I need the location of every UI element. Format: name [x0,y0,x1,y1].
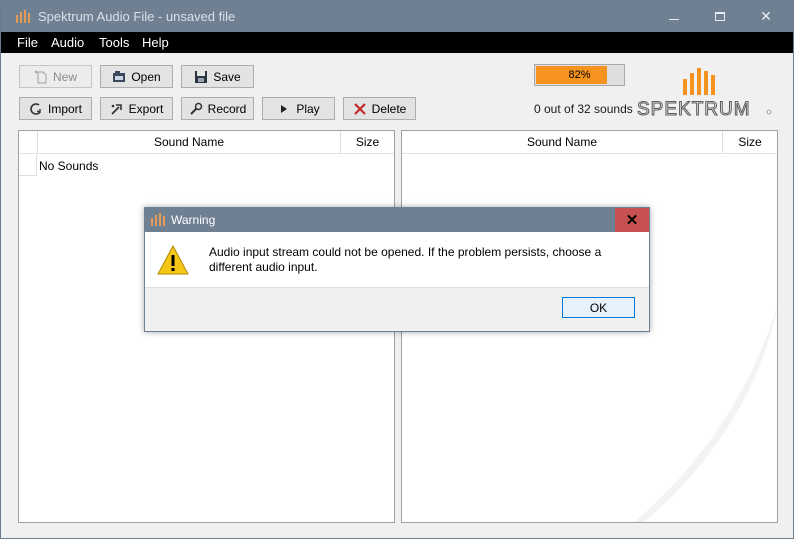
new-file-icon [34,70,48,84]
menu-tools[interactable]: Tools [99,35,129,50]
record-button[interactable]: Record [181,97,254,120]
export-button[interactable]: Export [100,97,173,120]
menu-bar: File Audio Tools Help [1,32,793,53]
left-corner-cell [19,131,38,154]
close-icon: ✕ [625,212,639,229]
maximize-button[interactable] [697,1,743,32]
menu-help[interactable]: Help [142,35,169,50]
record-button-label: Record [207,101,247,116]
dialog-title-bar[interactable]: Warning ✕ [145,208,649,232]
new-button[interactable]: New [19,65,92,88]
dialog-close-button[interactable]: ✕ [615,208,649,232]
title-bar[interactable]: Spektrum Audio File - unsaved file ✕ [1,1,793,32]
dialog-title: Warning [171,213,216,227]
left-table-header: Sound Name Size [19,131,394,154]
open-folder-icon [112,70,126,84]
close-button[interactable]: ✕ [743,1,789,32]
play-button-label: Play [296,101,320,116]
minimize-icon [669,19,679,20]
delete-button-label: Delete [371,101,407,116]
maximize-icon [715,12,725,21]
warning-icon [157,245,189,275]
dialog-body: Audio input stream could not be opened. … [145,232,649,287]
menu-file[interactable]: File [17,35,38,50]
window-title: Spektrum Audio File - unsaved file [38,9,236,24]
import-icon [29,102,43,116]
spektrum-app-icon [16,10,30,23]
progress-label: 82% [568,69,591,81]
save-button-label: Save [213,69,241,84]
microphone-icon [189,102,203,116]
close-icon: ✕ [760,8,772,24]
import-button-label: Import [47,101,82,116]
import-button[interactable]: Import [19,97,92,120]
open-button-label: Open [131,69,161,84]
play-button[interactable]: Play [262,97,335,120]
save-button[interactable]: Save [181,65,254,88]
save-disk-icon [194,70,208,84]
delete-x-icon [353,102,367,116]
row-header[interactable] [19,154,37,176]
dialog-footer: OK [145,287,649,331]
delete-button[interactable]: Delete [343,97,416,120]
sound-count: 0 out of 32 sounds [534,102,633,116]
spektrum-app-icon [151,213,165,226]
empty-list-message: No Sounds [39,159,99,173]
spektrum-logo: SPEKTRUM [637,65,773,121]
minimize-button[interactable] [651,1,697,32]
ok-button[interactable]: OK [562,297,635,318]
play-icon [277,102,291,116]
dialog-message: Audio input stream could not be opened. … [209,245,602,274]
export-button-label: Export [128,101,164,116]
ok-button-label: OK [589,300,608,315]
svg-text:SPEKTRUM: SPEKTRUM [637,99,751,119]
menu-audio[interactable]: Audio [51,35,84,50]
open-button[interactable]: Open [100,65,173,88]
spektrum-logo-graphic: SPEKTRUM [637,68,772,121]
warning-dialog: Warning ✕ Audio input stream could not b… [144,207,650,332]
left-col-sound-name[interactable]: Sound Name [38,131,341,154]
export-icon [110,102,124,116]
new-button-label: New [52,69,77,84]
left-col-size[interactable]: Size [341,131,394,154]
storage-progress-bar: 82% [534,64,625,86]
